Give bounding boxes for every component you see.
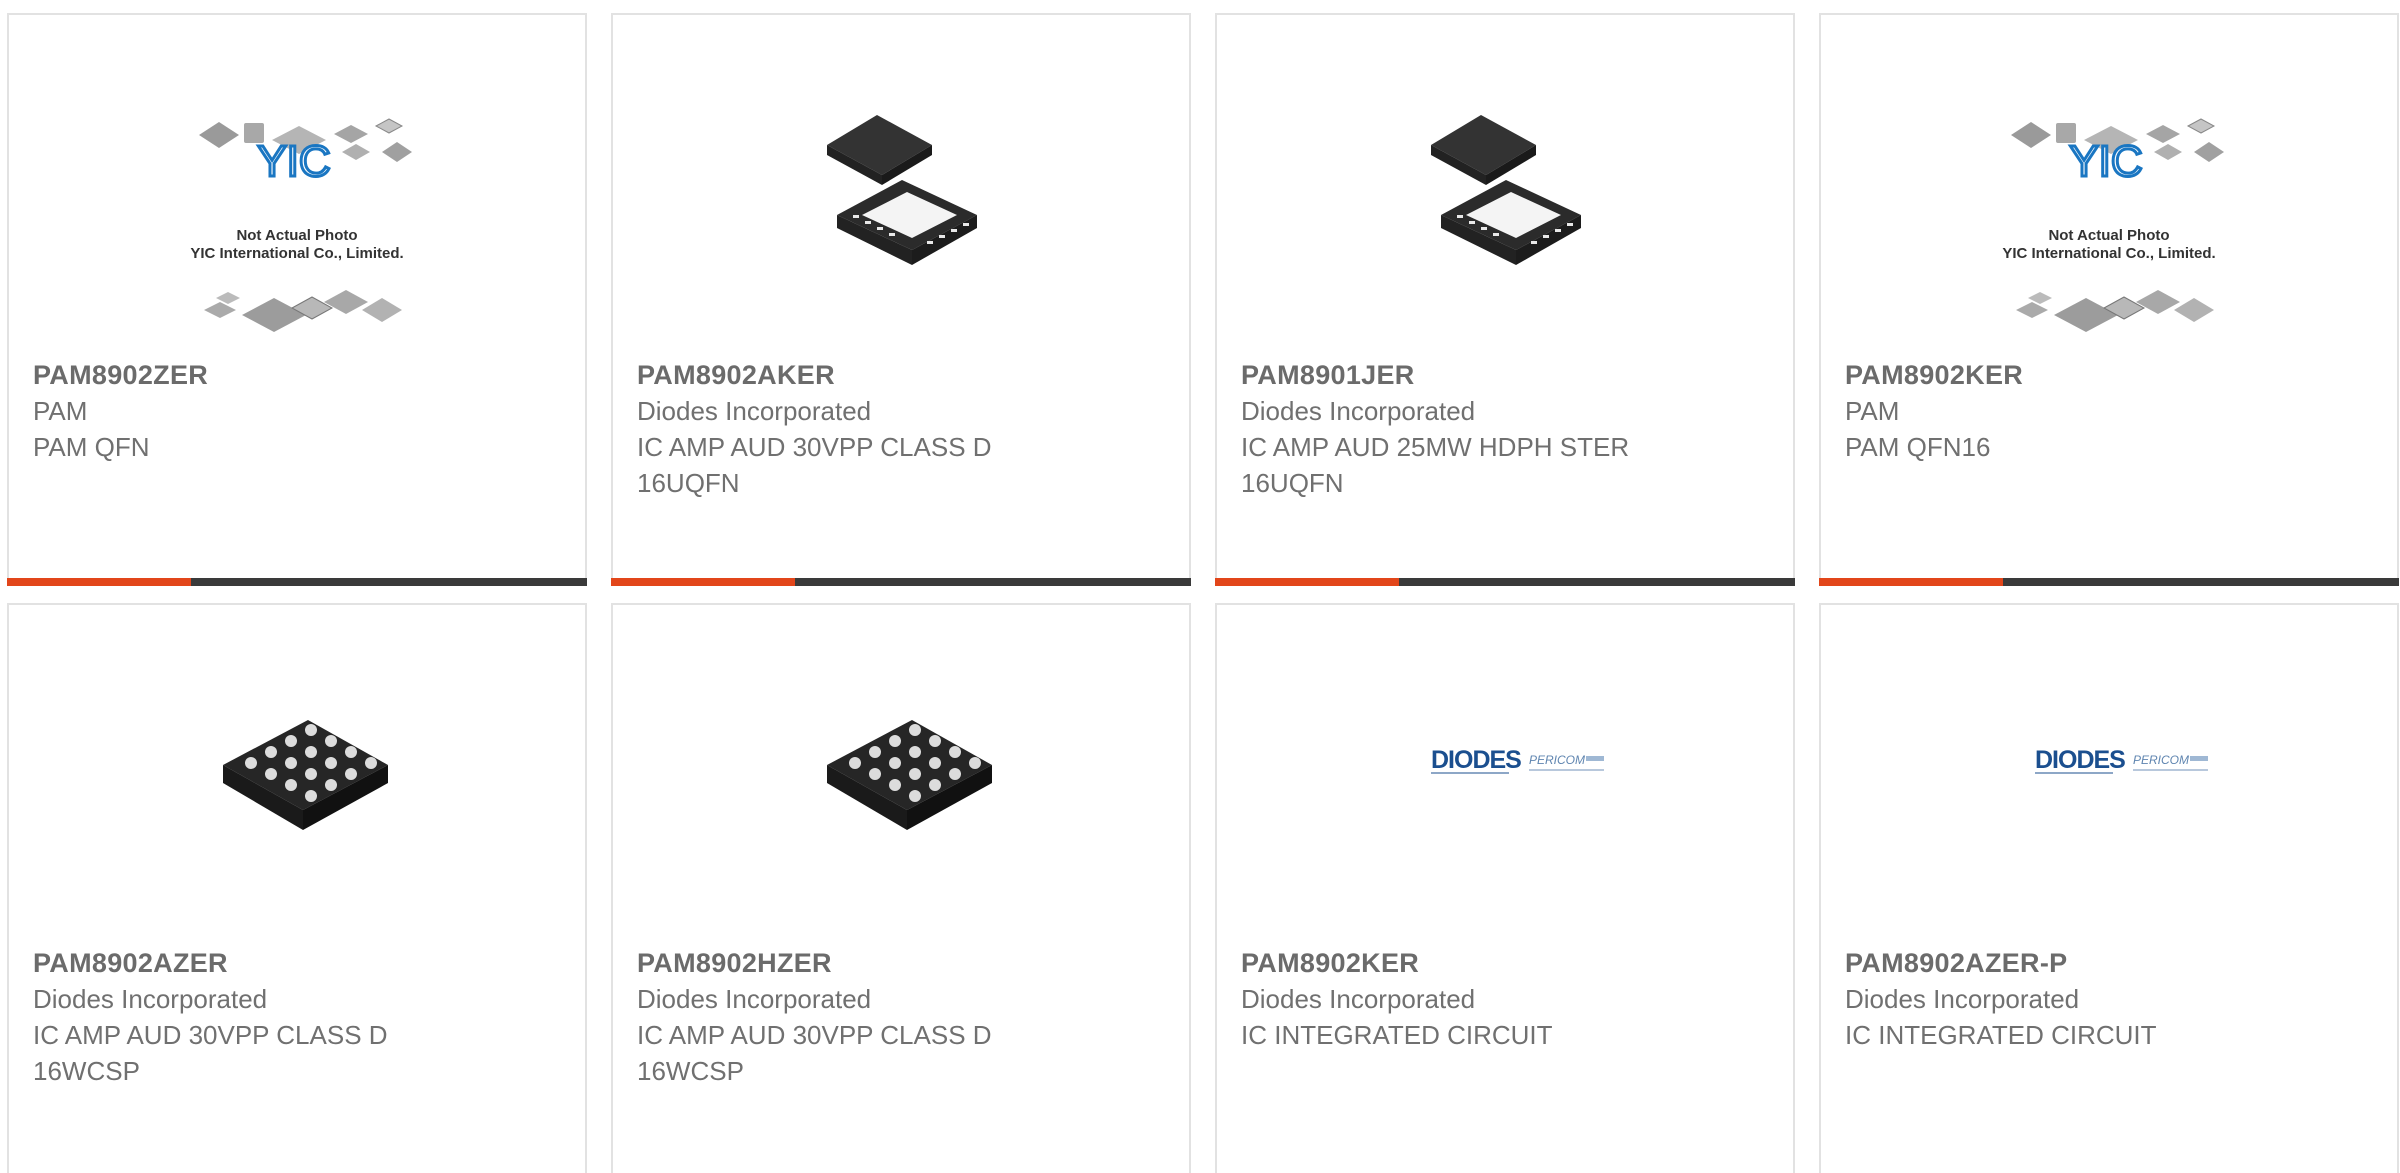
part-number[interactable]: PAM8902HZER [637,945,1165,981]
product-card[interactable]: YIC Not Actual Photo YIC International C… [7,13,587,586]
part-number[interactable]: PAM8902AZER [33,945,561,981]
wcsp-chip-image [637,660,1165,960]
description: PAM QFN [33,432,150,462]
qfn-chip-image [637,70,1165,370]
svg-text:YIC International Co., Limited: YIC International Co., Limited. [190,245,403,262]
wcsp-chip-image [33,660,561,960]
diodes-pericom-logo: DIODES PERICOM [1241,660,1769,960]
manufacturer: PAM [1845,396,1900,426]
svg-text:DIODES: DIODES [1431,746,1521,774]
svg-text:DIODES: DIODES [2035,746,2125,774]
card-accent-bar [1215,578,1795,586]
product-card[interactable]: PAM8902AKER Diodes Incorporated IC AMP A… [611,13,1191,586]
description: IC AMP AUD 30VPP CLASS D 16UQFN [637,432,992,498]
part-number[interactable]: PAM8902KER [1241,945,1769,981]
part-number[interactable]: PAM8902KER [1845,357,2373,393]
manufacturer: Diodes Incorporated [637,984,872,1014]
qfn-chip-image [1241,70,1769,370]
product-card[interactable]: DIODES PERICOM PAM8902KER Diodes Incorpo… [1215,603,1795,1173]
yic-logo: YIC [257,137,330,186]
card-accent-bar [611,578,1191,586]
card-accent-bar [1819,578,2399,586]
part-number[interactable]: PAM8902ZER [33,357,561,393]
part-number[interactable]: PAM8902AKER [637,357,1165,393]
manufacturer: Diodes Incorporated [1845,984,2080,1014]
product-card[interactable]: DIODES PERICOM PAM8902AZER-P Diodes Inco… [1819,603,2399,1173]
manufacturer: Diodes Incorporated [1241,396,1476,426]
description: IC INTEGRATED CIRCUIT [1241,1020,1553,1050]
manufacturer: Diodes Incorporated [1241,984,1476,1014]
product-card[interactable]: PAM8902HZER Diodes Incorporated IC AMP A… [611,603,1191,1173]
description: IC AMP AUD 30VPP CLASS D 16WCSP [637,1020,992,1086]
manufacturer: Diodes Incorporated [33,984,268,1014]
yic-placeholder-image: YIC Not Actual Photo YIC International C… [33,70,561,370]
part-number[interactable]: PAM8902AZER-P [1845,945,2373,981]
svg-text:YIC International Co., Limited: YIC International Co., Limited. [2002,245,2215,262]
description: IC INTEGRATED CIRCUIT [1845,1020,2157,1050]
yic-placeholder-image: YIC Not Actual Photo YIC International C… [1845,70,2373,370]
product-card[interactable]: PAM8901JER Diodes Incorporated IC AMP AU… [1215,13,1795,586]
product-card[interactable]: YIC Not Actual Photo YIC International C… [1819,13,2399,586]
description: IC AMP AUD 25MW HDPH STER 16UQFN [1241,432,1630,498]
svg-text:Not Actual Photo: Not Actual Photo [2048,227,2169,244]
svg-text:Not Actual Photo: Not Actual Photo [236,227,357,244]
description: PAM QFN16 [1845,432,1991,462]
diodes-pericom-logo: DIODES PERICOM [1845,660,2373,960]
description: IC AMP AUD 30VPP CLASS D 16WCSP [33,1020,388,1086]
manufacturer: PAM [33,396,88,426]
manufacturer: Diodes Incorporated [637,396,872,426]
card-accent-bar [7,578,587,586]
product-card[interactable]: PAM8902AZER Diodes Incorporated IC AMP A… [7,603,587,1173]
svg-text:PERICOM: PERICOM [1529,753,1585,767]
yic-logo: YIC [2069,137,2142,186]
part-number[interactable]: PAM8901JER [1241,357,1769,393]
svg-text:PERICOM: PERICOM [2133,753,2189,767]
